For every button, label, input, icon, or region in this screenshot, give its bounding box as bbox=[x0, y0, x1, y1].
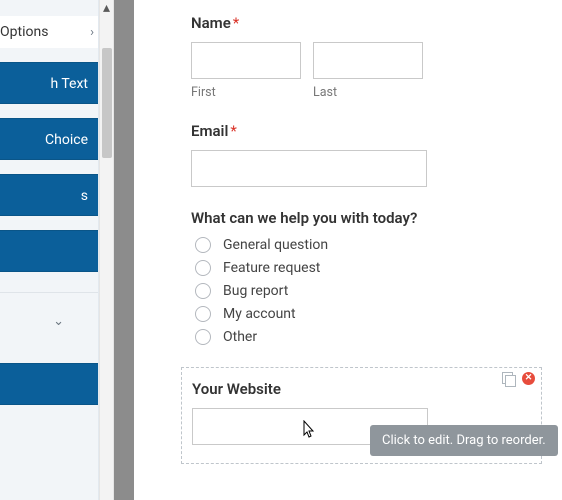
radio-option[interactable]: My account bbox=[191, 306, 542, 322]
field-type-button[interactable]: h Text bbox=[0, 62, 98, 104]
divider bbox=[0, 292, 98, 293]
field-type-button[interactable] bbox=[0, 230, 98, 272]
radio-label: My account bbox=[223, 306, 296, 322]
scrollbar-vertical[interactable]: ▴ bbox=[99, 0, 114, 500]
field-type-button[interactable] bbox=[0, 363, 98, 405]
radio-label: Other bbox=[223, 329, 257, 345]
tooltip: Click to edit. Drag to reorder. bbox=[370, 425, 558, 456]
chevron-down-icon: ⌄ bbox=[53, 314, 64, 329]
scrollbar-thumb[interactable] bbox=[102, 48, 112, 158]
sidebar: Options › h Text Choice s ⌄ bbox=[0, 0, 99, 500]
field-label-text: Email bbox=[191, 122, 228, 140]
radio-icon bbox=[195, 329, 211, 345]
field-help-topic[interactable]: What can we help you with today? General… bbox=[134, 209, 562, 345]
tab-options[interactable]: Options › bbox=[0, 16, 98, 48]
duplicate-icon[interactable] bbox=[502, 372, 516, 386]
field-label-text: Name bbox=[191, 14, 231, 32]
last-name-input[interactable] bbox=[313, 42, 423, 79]
scroll-up-icon[interactable]: ▴ bbox=[100, 0, 113, 16]
field-type-button[interactable]: Choice bbox=[0, 118, 98, 160]
field-email[interactable]: Email* bbox=[134, 122, 562, 187]
email-input[interactable] bbox=[191, 150, 427, 187]
chevron-right-icon: › bbox=[90, 25, 94, 40]
radio-label: Feature request bbox=[223, 260, 320, 276]
field-type-button[interactable]: s bbox=[0, 174, 98, 216]
radio-icon bbox=[195, 260, 211, 276]
required-asterisk: * bbox=[230, 122, 236, 140]
delete-icon[interactable]: ✕ bbox=[522, 372, 535, 385]
radio-option[interactable]: Other bbox=[191, 329, 542, 345]
first-name-sublabel: First bbox=[191, 85, 301, 100]
last-name-sublabel: Last bbox=[313, 85, 423, 100]
radio-icon bbox=[195, 237, 211, 253]
radio-label: General question bbox=[223, 237, 328, 253]
field-name[interactable]: Name* First Last bbox=[134, 14, 562, 100]
radio-option[interactable]: General question bbox=[191, 237, 542, 253]
tab-options-label: Options bbox=[0, 24, 48, 40]
field-label: What can we help you with today? bbox=[191, 209, 542, 227]
required-asterisk: * bbox=[233, 14, 239, 32]
panel-gutter bbox=[114, 0, 134, 500]
field-label: Your Website bbox=[192, 380, 531, 398]
radio-label: Bug report bbox=[223, 283, 288, 299]
first-name-input[interactable] bbox=[191, 42, 301, 79]
radio-option[interactable]: Bug report bbox=[191, 283, 542, 299]
radio-icon bbox=[195, 306, 211, 322]
field-label: Email* bbox=[191, 122, 542, 140]
radio-icon bbox=[195, 283, 211, 299]
accordion-toggle[interactable]: ⌄ bbox=[0, 303, 98, 339]
radio-option[interactable]: Feature request bbox=[191, 260, 542, 276]
field-label: Name* bbox=[191, 14, 542, 32]
